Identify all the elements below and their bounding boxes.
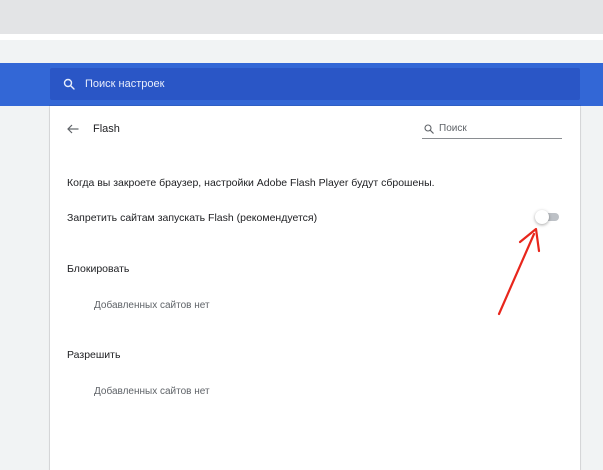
- block-empty-text: Добавленных сайтов нет: [94, 300, 210, 311]
- toggle-knob: [535, 210, 549, 224]
- arrow-back-icon: [67, 121, 79, 139]
- window-top-bar: [0, 0, 603, 34]
- block-flash-toggle[interactable]: [535, 210, 559, 224]
- flash-settings-card: Flash Когда вы закроете браузер, настрой…: [50, 106, 580, 470]
- allow-empty-text: Добавленных сайтов нет: [94, 386, 210, 397]
- window-toolbar-strip: [0, 40, 603, 63]
- block-flash-label: Запретить сайтам запускать Flash (рекоме…: [67, 212, 318, 224]
- section-title-allow: Разрешить: [67, 349, 121, 361]
- subpage-search-input[interactable]: [439, 123, 559, 134]
- info-text: Когда вы закроете браузер, настройки Ado…: [67, 177, 435, 189]
- section-title-block: Блокировать: [67, 263, 130, 275]
- back-button[interactable]: [65, 122, 81, 138]
- subpage-search[interactable]: [422, 119, 562, 139]
- page-title: Flash: [93, 123, 120, 135]
- search-icon: [424, 123, 434, 134]
- search-icon: [63, 78, 75, 90]
- settings-search-box[interactable]: Поиск настроек: [50, 68, 580, 100]
- settings-search-placeholder: Поиск настроек: [85, 78, 165, 90]
